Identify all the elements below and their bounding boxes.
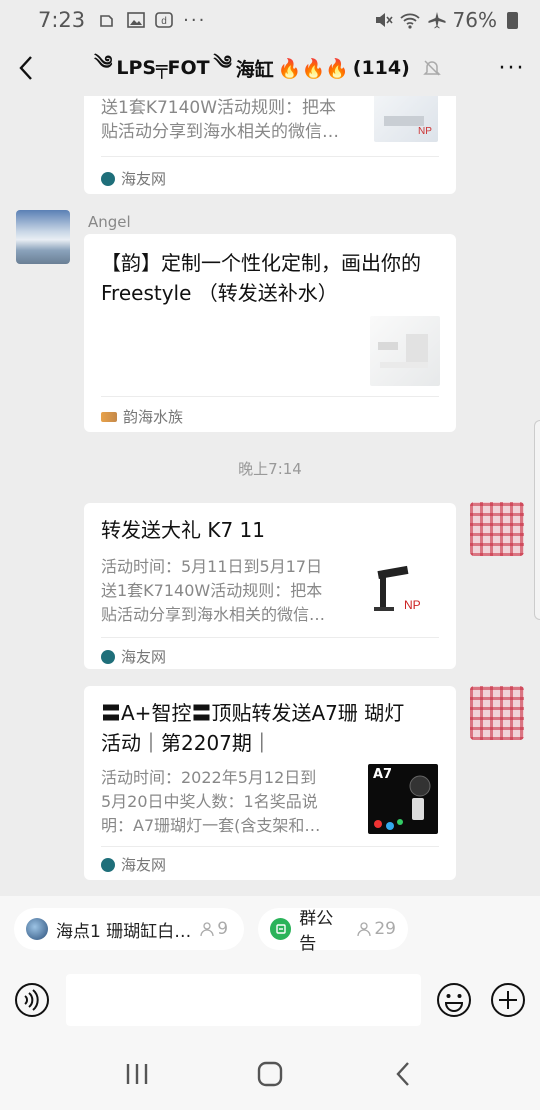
card-source: 韵海水族: [101, 406, 183, 427]
chat-messages[interactable]: 送1套K7140W活动规则：把本 贴活动分享到海水相关的微信… NP 海友网 A…: [0, 96, 540, 896]
card-source: 海友网: [101, 168, 166, 189]
back-arrow-icon: [19, 56, 32, 80]
announcement-icon: [270, 918, 292, 940]
card-title-line: 活动｜第2207期｜: [101, 731, 272, 755]
status-time: 7:23: [38, 8, 86, 32]
edge-panel-handle[interactable]: [534, 420, 540, 620]
card-thumbnail: NP: [370, 559, 440, 625]
back-button[interactable]: [0, 40, 52, 96]
source-name: 海友网: [121, 648, 167, 666]
sender-name: Angel: [88, 213, 131, 231]
recent-apps-button[interactable]: [107, 1044, 167, 1104]
card-title: 【韵】定制一个性化定制，画出你的Freestyle （转发送补水）: [101, 251, 421, 305]
recent-apps-icon: [126, 1064, 147, 1084]
card-divider: [101, 396, 439, 397]
card-source: 海友网: [101, 854, 166, 875]
card-desc-line: 送1套K7140W活动规则：把本: [101, 581, 323, 600]
system-back-icon: [396, 1062, 410, 1086]
wifi-icon: [399, 13, 420, 29]
svg-text:NP: NP: [404, 598, 421, 612]
person-icon: [200, 922, 214, 937]
title-decoration-left: ༄: [94, 52, 113, 74]
more-notifications-icon: ···: [183, 9, 207, 31]
sync-icon: [100, 15, 113, 27]
system-back-button[interactable]: [373, 1044, 433, 1104]
chip-label: 海点1 珊瑚缸白…: [56, 921, 192, 942]
haiyou-logo-icon: [101, 857, 115, 872]
chip-count-value: 9: [217, 919, 229, 939]
haiyou-logo-icon: [101, 649, 115, 664]
card-desc-line: 明：A7珊瑚灯一套(含支架和…: [101, 816, 321, 835]
fire-emojis: 🔥🔥🔥: [277, 57, 349, 80]
card-desc-line: 贴活动分享到海水相关的微信…: [101, 122, 339, 142]
mute-icon: [375, 13, 393, 27]
chip-count-value: 29: [374, 919, 396, 939]
source-name: 海友网: [121, 856, 167, 874]
title-decoration-right: ༄: [213, 52, 232, 74]
link-card[interactable]: 【韵】定制一个性化定制，画出你的Freestyle （转发送补水） 韵海水族: [84, 234, 456, 432]
title-text: LPS╤FOT: [116, 57, 210, 79]
battery-percent: 76%: [452, 8, 497, 32]
card-desc-line: 5月20日中奖人数：1名奖品说: [101, 792, 318, 811]
card-desc-line: 活动时间：5月11日到5月17日: [101, 557, 323, 576]
card-title-line: 〓A+智控〓顶贴转发送A7珊 瑚灯: [101, 701, 405, 725]
person-icon: [357, 922, 372, 937]
card-desc-line: 送1套K7140W活动规则：把本: [101, 98, 337, 118]
gallery-icon: [127, 12, 145, 28]
system-nav-bar: [0, 1038, 540, 1110]
group-title[interactable]: ༄ LPS╤FOT ༄ 海缸 🔥🔥🔥 (114): [52, 41, 484, 95]
card-divider: [101, 156, 439, 157]
card-thumbnail: NP: [374, 96, 438, 142]
card-desc-line: 活动时间：2022年5月12日到: [101, 768, 317, 787]
svg-text:d: d: [161, 16, 167, 27]
card-divider: [101, 846, 439, 847]
link-card[interactable]: 转发送大礼 K7 11 活动时间：5月11日到5月17日 送1套K7140W活动…: [84, 503, 456, 669]
voice-input-icon[interactable]: [14, 982, 50, 1018]
my-avatar[interactable]: [470, 686, 524, 740]
my-avatar[interactable]: [470, 502, 524, 556]
notification-icons: d ···: [99, 10, 206, 31]
chip-count: 9: [199, 919, 228, 939]
announcement-chip[interactable]: 群公告 29: [258, 908, 408, 954]
card-thumbnail: A7: [368, 764, 438, 834]
message-timestamp: 晚上7:14: [238, 460, 302, 478]
card-source: 海友网: [101, 646, 166, 667]
yun-logo-icon: [101, 411, 117, 422]
mute-bell-icon: [422, 60, 441, 76]
status-bar: 7:23 d ··· 76%: [0, 0, 540, 40]
home-icon: [257, 1061, 283, 1087]
card-thumbnail: [370, 316, 440, 386]
source-name: 韵海水族: [123, 408, 184, 426]
app-d-icon: d: [155, 12, 173, 28]
chat-header: ༄ LPS╤FOT ༄ 海缸 🔥🔥🔥 (114) ···: [0, 40, 540, 96]
chip-label: 群公告: [299, 909, 334, 954]
more-options-button[interactable]: ···: [484, 40, 540, 96]
member-count: (114): [352, 57, 410, 79]
source-name: 海友网: [121, 170, 167, 188]
plus-icon[interactable]: [490, 982, 526, 1018]
message-input-bar: [0, 964, 540, 1038]
airplane-icon: [428, 12, 446, 29]
thumb-label: A7: [373, 767, 393, 782]
home-button[interactable]: [240, 1044, 300, 1104]
avatar[interactable]: [16, 210, 70, 264]
card-title: 转发送大礼 K7 11: [101, 518, 266, 542]
title-main: 海缸: [235, 58, 274, 81]
haiyou-logo-icon: [101, 171, 115, 186]
emoji-icon[interactable]: [436, 982, 472, 1018]
group-shortcuts-bar: 海点1 珊瑚缸白… 9 群公告 29: [0, 896, 540, 964]
coral-avatar-icon: [26, 918, 48, 940]
link-card[interactable]: 〓A+智控〓顶贴转发送A7珊 瑚灯 活动｜第2207期｜ 活动时间：2022年5…: [84, 686, 456, 880]
group-chip[interactable]: 海点1 珊瑚缸白… 9: [14, 908, 244, 950]
card-divider: [101, 637, 439, 638]
battery-icon: [507, 11, 518, 29]
card-desc-line: 贴活动分享到海水相关的微信…: [101, 605, 326, 624]
svg-text:NP: NP: [418, 126, 432, 137]
message-input[interactable]: [66, 974, 421, 1026]
link-card[interactable]: 送1套K7140W活动规则：把本 贴活动分享到海水相关的微信… NP 海友网: [84, 96, 456, 194]
chip-count: 29: [356, 919, 396, 939]
